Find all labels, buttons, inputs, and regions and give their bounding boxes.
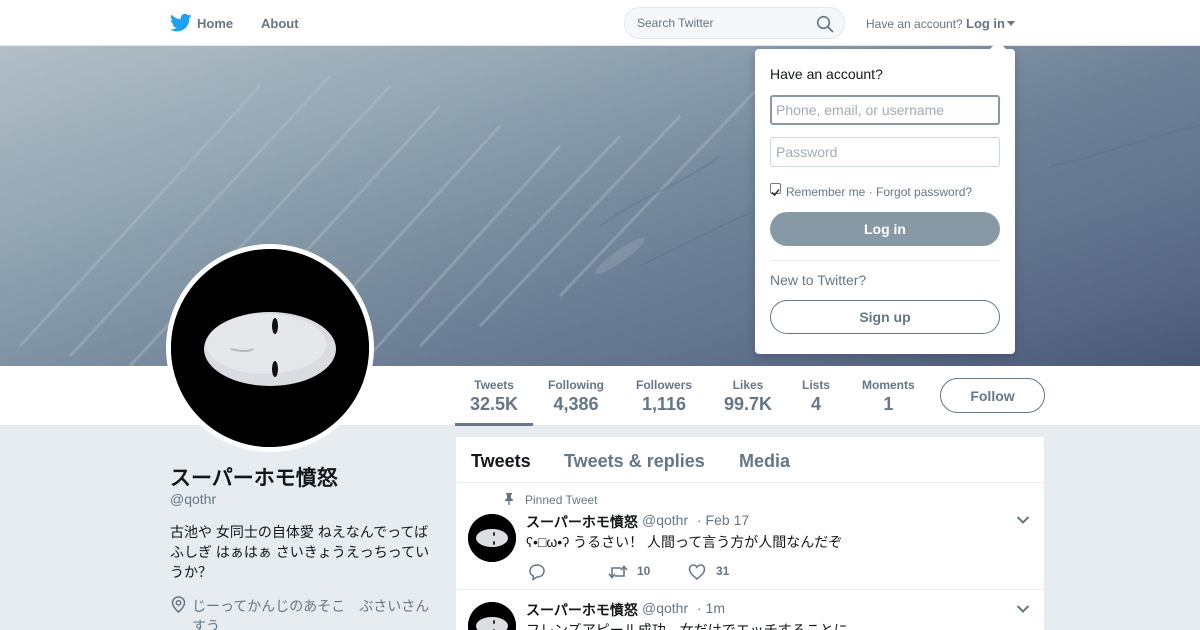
stat-moments[interactable]: Moments 1 [862,378,915,415]
mask-face-image [468,514,516,562]
mask-face-image [171,249,369,447]
like-count: 31 [716,564,730,578]
tweet-author-handle[interactable]: @qothr [642,600,688,616]
remember-me-checkbox[interactable] [770,183,781,197]
reply-icon[interactable] [528,563,546,581]
search-input[interactable]: Search Twitter [624,7,845,39]
retweet-count: 10 [637,564,651,578]
tab-tweets-replies[interactable]: Tweets & replies [564,451,705,472]
divider [770,260,1000,261]
stat-label: Tweets [474,378,514,392]
mask-face-image [468,602,516,630]
checkmark-icon [771,188,780,197]
search-placeholder: Search Twitter [637,16,714,30]
new-to-twitter-text: New to Twitter? [770,272,867,288]
pinned-label: Pinned Tweet [525,493,598,507]
timeline: Tweets Tweets & replies Media Pinned Twe… [456,437,1044,630]
profile-avatar[interactable] [166,244,374,452]
stat-value: 4 [811,394,822,414]
tweet-avatar[interactable] [468,602,516,630]
login-dropdown-toggle[interactable]: Log in [966,16,1005,31]
retweet-icon[interactable] [608,563,628,581]
login-dropdown-title: Have an account? [770,66,883,82]
profile-handle[interactable]: @qothr [170,491,216,507]
profile-bio: 古池や 女同士の自体愛 ねえなんでってば ふしぎ はぁはぁ さいきょうえっちって… [170,524,430,580]
stat-label: Moments [862,378,915,392]
tweet-avatar[interactable] [468,514,516,562]
chevron-down-icon[interactable] [1016,515,1030,525]
stat-following[interactable]: Following 4,386 [548,378,604,415]
twitter-bird-icon[interactable] [170,13,192,33]
username-field[interactable]: Phone, email, or username [770,95,1000,125]
follow-button[interactable]: Follow [940,378,1045,413]
tweet-timestamp[interactable]: · 1m [697,600,725,616]
tab-tweets[interactable]: Tweets [471,451,531,472]
tweet-timestamp[interactable]: · Feb 17 [697,512,749,528]
tweet-author-name[interactable]: スーパーホモ憤怒 [526,600,638,620]
tweet-item[interactable]: Pinned Tweet スーパーホモ憤怒 @qothr · Feb 17 ʕ•… [456,483,1044,590]
nav-about-link[interactable]: About [261,16,299,31]
stat-value: 4,386 [553,394,599,414]
tweet-item[interactable]: スーパーホモ憤怒 @qothr · 1m フレンズアピール成功。女だけでエッチす… [456,590,1044,630]
stat-label: Likes [732,378,764,392]
active-stat-indicator [455,423,533,426]
timeline-tabs: Tweets Tweets & replies Media [456,437,1044,483]
tweet-text: ʕ•□ω•ʔ うるさい！ 人間って言う方が人間なんだぞ [526,534,843,550]
stat-likes[interactable]: Likes 99.7K [724,378,772,415]
stat-value: 1 [883,394,894,414]
heart-icon[interactable] [688,563,706,581]
top-navigation: Home About Search Twitter Have an accoun… [0,0,1200,46]
chevron-down-icon[interactable] [1016,604,1030,614]
password-field[interactable]: Password [770,137,1000,167]
search-icon[interactable] [816,15,834,33]
location-pin-icon [171,596,186,613]
stat-label: Followers [636,378,693,392]
tweet-text: フレンズアピール成功。女だけでエッチすることに [526,622,848,630]
stat-tweets[interactable]: Tweets 32.5K [470,378,518,415]
profile-location: じーってかんじのあそこ ぶさいさん すう [192,598,430,630]
have-account-text: Have an account? [866,17,963,31]
stat-value: 1,116 [641,394,687,414]
stat-label: Following [548,378,604,392]
tab-media[interactable]: Media [739,451,790,472]
login-button[interactable]: Log in [770,212,1000,246]
pin-icon [505,493,513,505]
tweet-author-handle[interactable]: @qothr [642,512,688,528]
nav-home-link[interactable]: Home [197,16,233,31]
stat-value: 32.5K [470,394,519,414]
stat-lists[interactable]: Lists 4 [802,378,830,415]
login-dropdown: Have an account? Phone, email, or userna… [755,49,1015,354]
caret-down-icon[interactable] [1007,21,1015,26]
remember-me-label[interactable]: Remember me · Forgot password? [786,185,972,199]
profile-name[interactable]: スーパーホモ憤怒 [170,462,338,492]
tweet-author-name[interactable]: スーパーホモ憤怒 [526,512,638,532]
stat-followers[interactable]: Followers 1,116 [636,378,692,415]
stat-value: 99.7K [724,394,773,414]
stat-label: Lists [802,378,831,392]
dropdown-arrow [989,41,1007,50]
signup-button[interactable]: Sign up [770,300,1000,334]
